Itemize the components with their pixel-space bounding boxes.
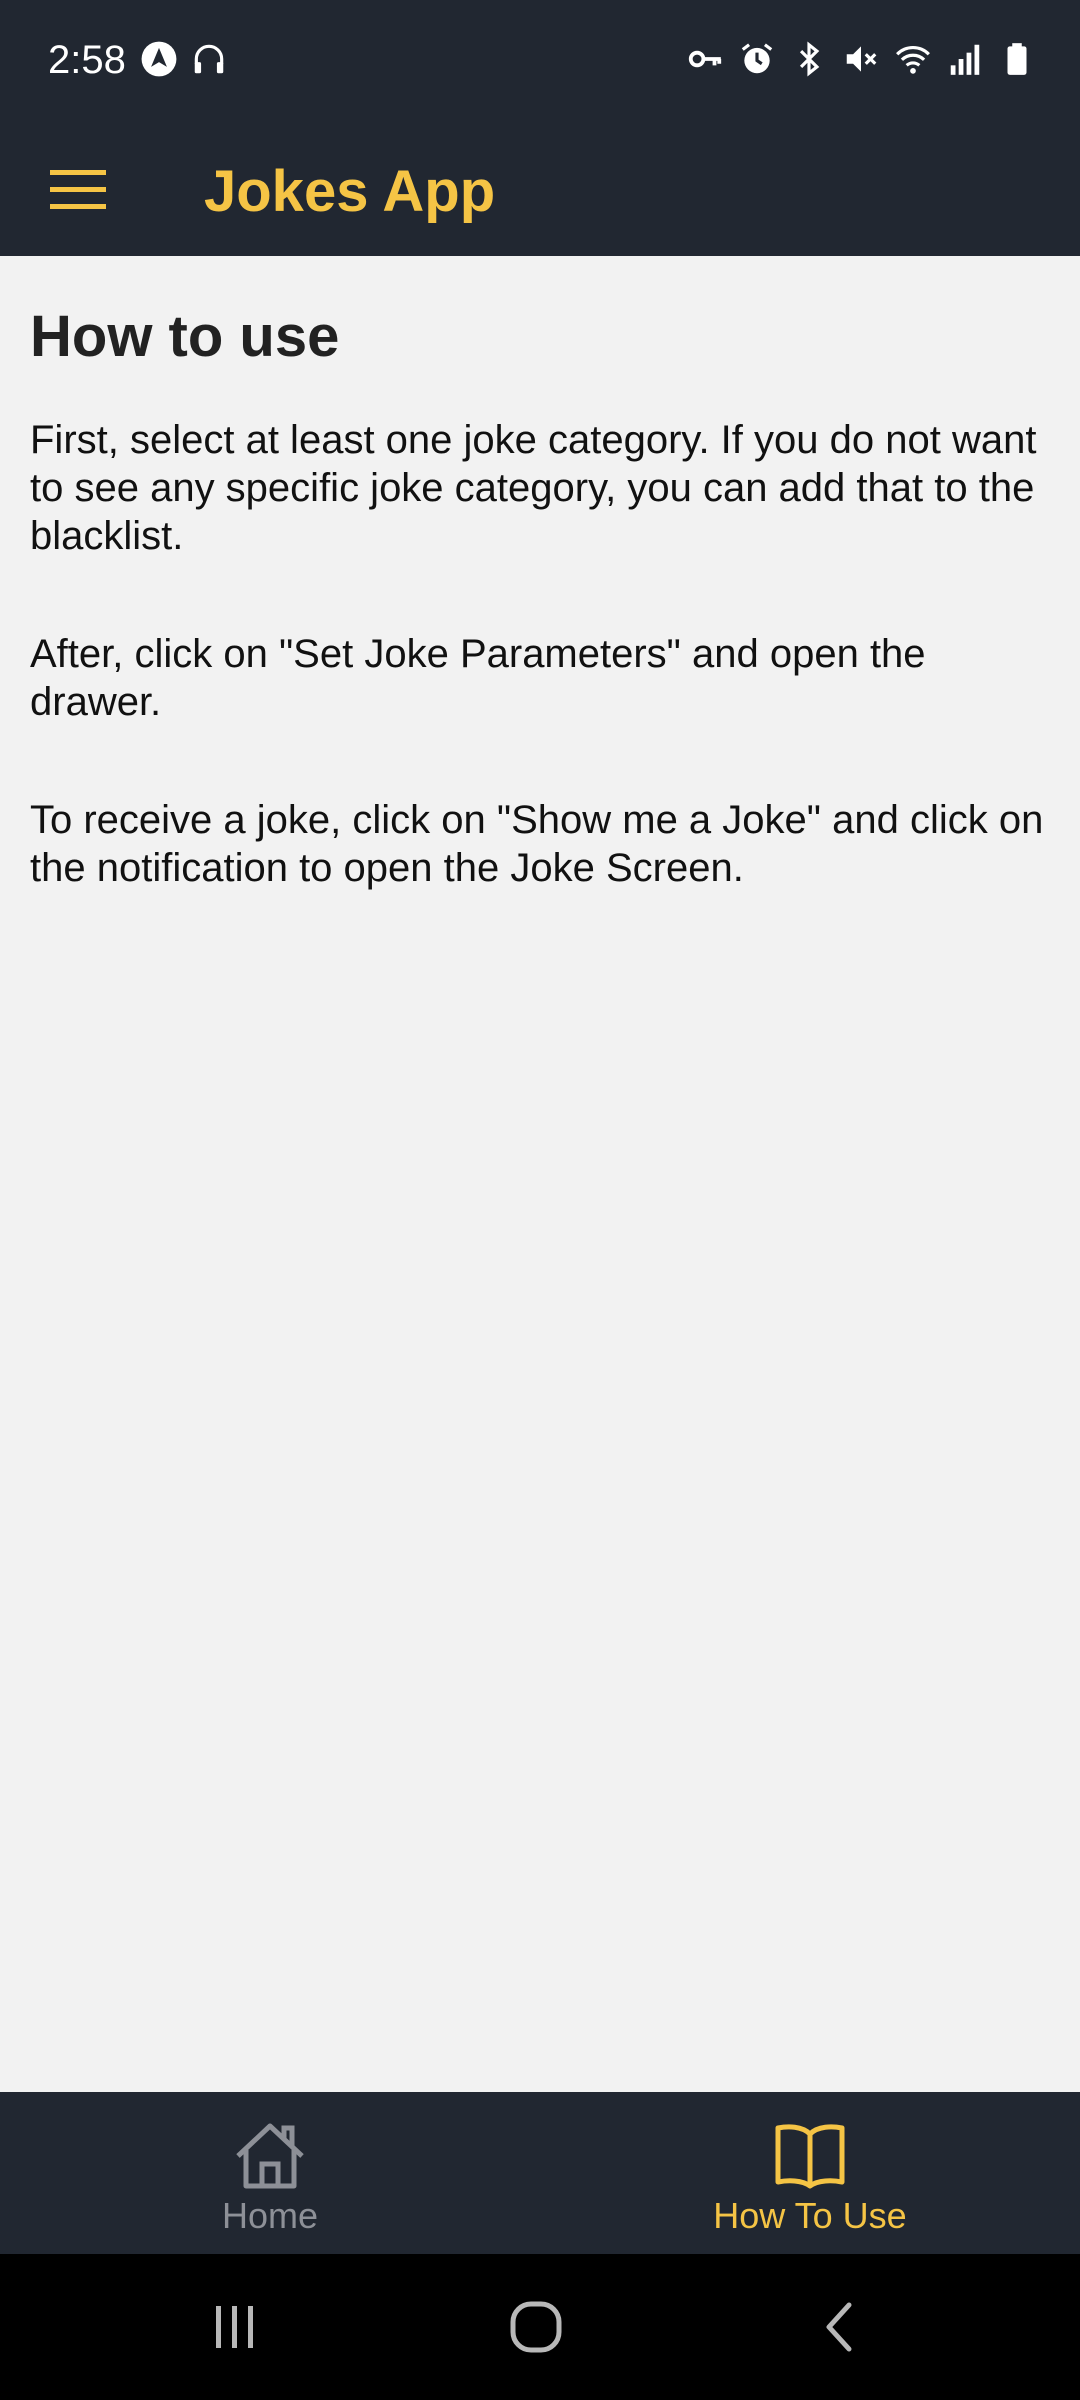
- alarm-icon: [741, 43, 773, 74]
- wifi-icon: [896, 46, 930, 74]
- status-right-icons: [686, 40, 1036, 78]
- book-icon: [775, 2124, 845, 2189]
- page-title: How to use: [30, 304, 340, 369]
- menu-button[interactable]: [38, 150, 118, 230]
- headphones-icon: [194, 44, 224, 74]
- home-circle-icon: [510, 2301, 562, 2353]
- back-icon: [826, 2302, 852, 2352]
- bluetooth-icon: [799, 41, 820, 77]
- instruction-paragraph-2: After, click on "Set Joke Parameters" an…: [30, 632, 926, 724]
- app-title: Jokes App: [204, 159, 496, 224]
- tab-home-label: Home: [221, 2195, 319, 2236]
- status-time: 2:58: [48, 38, 126, 82]
- battery-icon: [1007, 43, 1027, 75]
- vpn-key-icon: [688, 50, 722, 68]
- instruction-paragraph-1: First, select at least one joke category…: [30, 418, 1037, 558]
- home-icon: [236, 2123, 304, 2189]
- home-button[interactable]: [496, 2292, 576, 2362]
- navigation-app-icon: [141, 41, 177, 77]
- recent-apps-icon: [216, 2306, 253, 2348]
- tab-how-to-use-label: How To Use: [713, 2195, 907, 2236]
- system-navigation-bar: [0, 2254, 1080, 2400]
- tab-home[interactable]: Home: [0, 2092, 540, 2254]
- how-to-use-content: How to use First, select at least one jo…: [0, 256, 1080, 2092]
- recent-apps-button[interactable]: [195, 2292, 275, 2362]
- status-bar: 2:58: [0, 0, 1080, 120]
- signal-icon: [950, 44, 980, 75]
- hamburger-menu-icon: [50, 170, 106, 209]
- instruction-paragraph-3: To receive a joke, click on "Show me a J…: [30, 798, 1044, 890]
- tab-how-to-use[interactable]: How To Use: [540, 2092, 1080, 2254]
- app-bar: Jokes App: [0, 120, 1080, 256]
- bottom-navigation: Home How To Use: [0, 2092, 1080, 2254]
- back-button[interactable]: [800, 2292, 880, 2362]
- mute-icon: [846, 46, 877, 72]
- screen: 2:58 Jokes App How to use First, select …: [0, 0, 1080, 2400]
- status-left-icons: [140, 40, 228, 78]
